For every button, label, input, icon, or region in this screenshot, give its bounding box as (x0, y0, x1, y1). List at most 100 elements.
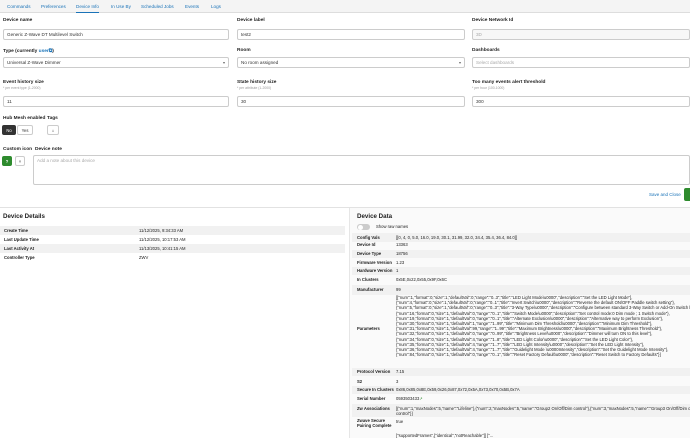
details-key: Last Activity At (4, 246, 35, 251)
data-key: Parameters (357, 326, 380, 331)
details-value: 11/12/2025, 10:17:53 AM (139, 237, 186, 242)
data-value: [{"num":1,"maxNodes":5,"name":"Lifeline"… (396, 405, 690, 411)
hub-mesh-no-button[interactable]: No (2, 125, 16, 135)
device-label-label: Device label (237, 18, 265, 23)
tab-logs[interactable]: Logs (211, 0, 221, 13)
tab-preferences[interactable]: Preferences (41, 0, 66, 13)
data-value: 0x86,0x85,0x8E,0x59,0x26,0x87,0x72,0x5A,… (396, 387, 520, 393)
data-key: Hardware Version (357, 268, 393, 274)
data-value: 0x5E,0x22,0x55,0x9F,0x6C (396, 277, 447, 283)
hub-mesh-label: Hub Mesh enabled (3, 116, 46, 121)
clear-icon-button[interactable]: × (15, 156, 25, 166)
data-key: S2 (357, 378, 363, 384)
data-key: In Clusters (357, 277, 379, 283)
data-row: Device Id 13363 (352, 241, 690, 249)
type-select[interactable]: Universal Z-Wave Dimmer ▾ (3, 57, 229, 68)
too-many-events-label: Too many events alert threshold (472, 80, 546, 85)
too-many-events-input[interactable]: 300 (472, 96, 690, 107)
details-row: Create Time 11/12/2025, 9:34:33 AM (0, 226, 345, 235)
device-details-title: Device Details (3, 213, 45, 220)
hub-mesh-yes-button[interactable]: Yes (17, 125, 33, 135)
tags-label: Tags (47, 116, 58, 121)
data-row: Firmware Version 1.23 (352, 258, 690, 267)
data-value: ["supportedFrames",["identical","notReac… (396, 433, 494, 438)
state-history-input[interactable]: 30 (237, 96, 465, 107)
device-data-title: Device Data (357, 213, 393, 220)
type-select-value: Universal Z-Wave Dimmer (7, 60, 61, 65)
data-key: Config Vals (357, 234, 380, 240)
tab-in-use-by[interactable]: In Use By (111, 0, 131, 13)
tab-bar: Commands Preferences Device Info In Use … (0, 0, 690, 13)
device-name-input[interactable]: Generic Z-Wave DT Multilevel Switch (3, 29, 229, 40)
data-value: [[0, 4, 0, 5.0, 16.0, 19.0, 30.1, 31.99,… (396, 234, 518, 240)
event-history-input[interactable]: 11 (3, 96, 229, 107)
data-key: Serial Number (357, 395, 386, 401)
details-key: Last Update Time (4, 237, 39, 242)
add-tag-button[interactable]: ⌂ (47, 125, 59, 135)
data-value: 7.15 (396, 369, 405, 375)
device-label-input[interactable]: test2 (237, 29, 465, 40)
state-history-help: * per attribute (1-2000) (237, 86, 272, 90)
data-key: Zwave Secure Pairing Complete (357, 418, 392, 428)
chevron-down-icon: ▾ (222, 60, 225, 65)
room-select[interactable]: No room assigned ▾ (237, 57, 465, 68)
data-value: 1 (396, 268, 399, 274)
tab-commands[interactable]: Commands (7, 0, 31, 13)
data-row: Protocol Version 7.15 (352, 368, 690, 376)
raw-names-toggle[interactable] (357, 224, 370, 230)
custom-icon-label: Custom icon (3, 147, 33, 152)
tab-events[interactable]: Events (185, 0, 199, 13)
save-and-close-link[interactable]: Save and Close (649, 192, 681, 197)
tag-icon: ⌂ (51, 128, 55, 133)
device-note-input[interactable]: Add a note about this device (33, 155, 690, 185)
tab-scheduled-jobs[interactable]: Scheduled Jobs (141, 0, 174, 13)
tab-device-info[interactable]: Device Info (76, 0, 99, 13)
data-key: Manufacturer (357, 287, 384, 293)
save-button[interactable] (684, 188, 690, 201)
type-label-text: Type (currently (3, 49, 39, 54)
data-row: In Clusters 0x5E,0x22,0x55,0x9F,0x6C (352, 275, 690, 285)
data-key: Device Type (357, 251, 382, 257)
data-row: Zwave Secure Pairing Complete true (352, 417, 690, 431)
network-id-label: Device Network Id (472, 18, 514, 23)
dashboards-select[interactable]: Select dashboards (472, 57, 690, 68)
parameters-line: {"num":84,"format":0,"size":1,"defaultVa… (396, 352, 661, 358)
type-label: Type (currently user⧉) (3, 48, 54, 54)
close-icon: × (18, 159, 22, 164)
dashboards-label: Dashboards (472, 48, 500, 53)
data-key: Firmware Version (357, 259, 392, 265)
details-value: 11/13/2025, 10:41:15 AM (139, 246, 186, 251)
event-history-label: Event history size (3, 80, 44, 85)
network-id-input[interactable]: 3D (472, 29, 690, 40)
chevron-down-icon: ▾ (458, 60, 461, 65)
details-key: Create Time (4, 228, 28, 233)
copy-icon[interactable]: ↗ (419, 396, 423, 401)
custom-icon-button[interactable]: ? (2, 156, 12, 166)
details-value: ZWV (139, 255, 149, 260)
parameters-line: {"num":32,"format":0,"size":1,"defaultVa… (396, 331, 653, 337)
toggle-knob (357, 224, 363, 230)
data-value: 1.23 (396, 259, 405, 265)
data-value: true (396, 418, 404, 424)
details-value: 11/12/2025, 9:34:33 AM (139, 228, 184, 233)
data-value: 3 (396, 378, 399, 384)
room-label: Room (237, 48, 251, 53)
data-row: Serial Number 0593503433↗ (352, 394, 690, 403)
data-row: Secure In Clusters 0x86,0x85,0x8E,0x59,0x… (352, 386, 690, 394)
too-many-events-help: * per hour (100-1000) (472, 86, 505, 90)
data-key: Secure In Clusters (357, 387, 394, 393)
data-key: Device Id (357, 242, 376, 248)
type-label-end: ) (52, 49, 54, 54)
data-key: Protocol Version (357, 369, 391, 375)
data-value: 0593503433 (396, 395, 420, 401)
details-row: Last Update Time 11/12/2025, 10:17:53 AM (0, 235, 345, 244)
data-value: 13363 (396, 242, 408, 248)
data-row: Zw Associations [{"num":1,"maxNodes":5,"n… (352, 404, 690, 417)
raw-names-label: Show raw names (376, 224, 409, 229)
details-row: Last Activity At 11/13/2025, 10:41:15 AM (0, 244, 345, 253)
type-user-link[interactable]: user (39, 49, 49, 54)
state-history-label: State history size (237, 80, 277, 85)
device-name-label: Device name (3, 18, 33, 23)
data-row: Parameters [["num":1,"format":0,"size":1,… (352, 294, 690, 368)
data-row: S2 3 (352, 377, 690, 386)
